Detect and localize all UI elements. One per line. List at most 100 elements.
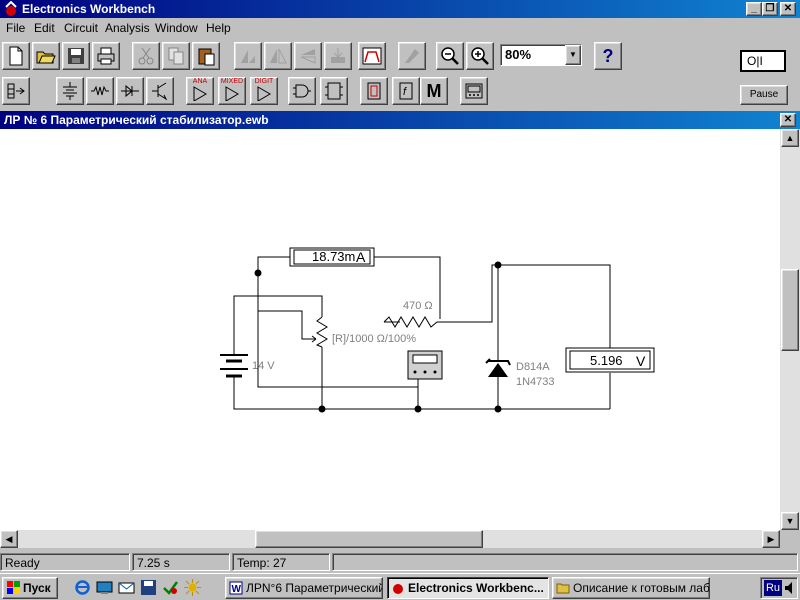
circuit-schematic: 18.73m A 5.196 V 14 V 470 Ω [R]/1000 Ω/1… (220, 247, 655, 413)
chevron-down-icon[interactable]: ▼ (565, 45, 581, 65)
main-toolbar: ? (0, 42, 740, 72)
scroll-left-arrow-icon[interactable]: ◀ (0, 530, 18, 548)
logic-gates-bin-button[interactable] (288, 77, 316, 105)
status-bar: Ready 7.25 s Temp: 27 (0, 552, 800, 572)
menu-file[interactable]: File (6, 21, 25, 35)
rotate-icon (241, 50, 255, 63)
analog-label: ANA (192, 78, 208, 85)
new-file-button[interactable] (2, 42, 30, 70)
copy-button[interactable] (162, 42, 190, 70)
outlook-express-icon[interactable] (118, 579, 135, 596)
paste-button[interactable] (192, 42, 220, 70)
battery-label: 14 V (252, 360, 275, 372)
wire-battery-top (233, 295, 323, 355)
speaker-icon[interactable] (784, 581, 796, 595)
mixed-ics-bin-button[interactable]: MIXED (218, 77, 246, 105)
controls-bin-button[interactable]: f (392, 77, 420, 105)
close-button[interactable]: ✕ (780, 2, 796, 16)
rotate-button[interactable] (234, 42, 262, 70)
diodes-bin-button[interactable] (116, 77, 144, 105)
language-indicator[interactable]: Ru (764, 580, 782, 596)
sources-icon (63, 82, 77, 100)
menu-help[interactable]: Help (206, 21, 231, 35)
cut-button[interactable] (132, 42, 160, 70)
save-button[interactable] (62, 42, 90, 70)
zener-diode (485, 358, 511, 377)
menu-edit[interactable]: Edit (34, 21, 55, 35)
voltmeter-unit: V (636, 353, 646, 369)
horizontal-scroll-thumb[interactable] (255, 530, 483, 548)
transistors-bin-button[interactable] (146, 77, 174, 105)
menu-window[interactable]: Window (155, 21, 198, 35)
taskbar: Пуск W ЛРN°6 Параметрический... Electron… (0, 573, 800, 600)
schematic-canvas[interactable]: 18.73m A 5.196 V 14 V 470 Ω [R]/1000 Ω/1… (0, 129, 780, 530)
scroll-up-arrow-icon[interactable]: ▲ (781, 129, 799, 147)
miscellaneous-bin-button[interactable]: M (420, 77, 448, 105)
task-folder-label: Описание к готовым лаб... (573, 581, 710, 595)
activate-simulation-button[interactable] (398, 42, 426, 70)
digital-label: DIGIT (254, 78, 274, 85)
task-folder[interactable]: Описание к готовым лаб... (552, 577, 710, 599)
start-button[interactable]: Пуск (2, 577, 58, 599)
junction-dot (494, 261, 502, 269)
zoom-out-button[interactable] (436, 42, 464, 70)
task-ewb[interactable]: Electronics Workbenc... (387, 577, 549, 599)
printer-icon (97, 47, 115, 65)
wire-top-left (257, 256, 290, 273)
task-word[interactable]: W ЛРN°6 Параметрический... (225, 577, 383, 599)
favorites-bin-button[interactable] (2, 77, 30, 105)
vertical-scroll-thumb[interactable] (781, 269, 799, 351)
scroll-right-arrow-icon[interactable]: ▶ (762, 530, 780, 548)
restore-button[interactable]: ❐ (762, 2, 778, 16)
zoom-in-button[interactable] (466, 42, 494, 70)
digital-bin-button[interactable] (320, 77, 348, 105)
minimize-button[interactable]: _ (746, 2, 762, 16)
create-subcircuit-button[interactable] (358, 42, 386, 70)
component-properties-button[interactable] (324, 42, 352, 70)
indicators-bin-button[interactable] (360, 77, 388, 105)
svg-text:W: W (232, 584, 242, 595)
horizontal-scrollbar[interactable]: ◀ ▶ (0, 530, 780, 548)
logic-gate-icon (293, 84, 311, 98)
ammeter-unit: A (356, 249, 366, 265)
digital-ics-bin-button[interactable]: DIGIT (250, 77, 278, 105)
flip-vertical-button[interactable] (294, 42, 322, 70)
menu-circuit[interactable]: Circuit (64, 21, 98, 35)
zoom-value: 80% (505, 47, 532, 62)
menu-bar: File Edit Circuit Analysis Window Help (0, 18, 800, 38)
task-ewb-label: Electronics Workbenc... (408, 581, 544, 595)
zoom-select[interactable]: 80% ▼ (500, 44, 582, 66)
app-titlebar: Electronics Workbench _ ❐ ✕ (0, 0, 800, 18)
flip-horizontal-button[interactable] (264, 42, 292, 70)
save-disk-icon[interactable] (140, 579, 157, 596)
checkmark-icon[interactable] (162, 579, 179, 596)
junction-dot (318, 405, 326, 413)
help-button[interactable]: ? (594, 42, 622, 70)
analog-ics-bin-button[interactable]: ANA (186, 77, 214, 105)
power-switch[interactable]: O|I (740, 50, 786, 72)
graph-icon (362, 47, 382, 65)
internet-explorer-icon[interactable] (74, 579, 91, 596)
show-desktop-icon[interactable] (96, 579, 113, 596)
sources-bin-button[interactable] (56, 77, 84, 105)
sun-icon[interactable] (184, 579, 201, 596)
basic-bin-button[interactable] (86, 77, 114, 105)
function-icon: f (399, 82, 413, 100)
open-file-button[interactable] (32, 42, 60, 70)
print-button[interactable] (92, 42, 120, 70)
document-close-button[interactable]: ✕ (780, 113, 796, 127)
instruments-bin-button[interactable] (460, 77, 488, 105)
instrument-icon (465, 83, 483, 99)
open-folder-icon (36, 51, 56, 64)
zener-label-model: D814A (516, 361, 550, 373)
status-empty (332, 553, 798, 571)
vertical-scrollbar[interactable]: ▲ ▼ (780, 129, 800, 530)
pause-button[interactable]: Pause (740, 85, 788, 105)
potentiometer (315, 316, 328, 348)
battery-symbol (220, 354, 248, 378)
zener-label-part: 1N4733 (516, 376, 555, 388)
junction-dot (254, 269, 262, 277)
menu-analysis[interactable]: Analysis (105, 21, 150, 35)
scroll-down-arrow-icon[interactable]: ▼ (781, 512, 799, 530)
misc-label: M (426, 80, 442, 101)
